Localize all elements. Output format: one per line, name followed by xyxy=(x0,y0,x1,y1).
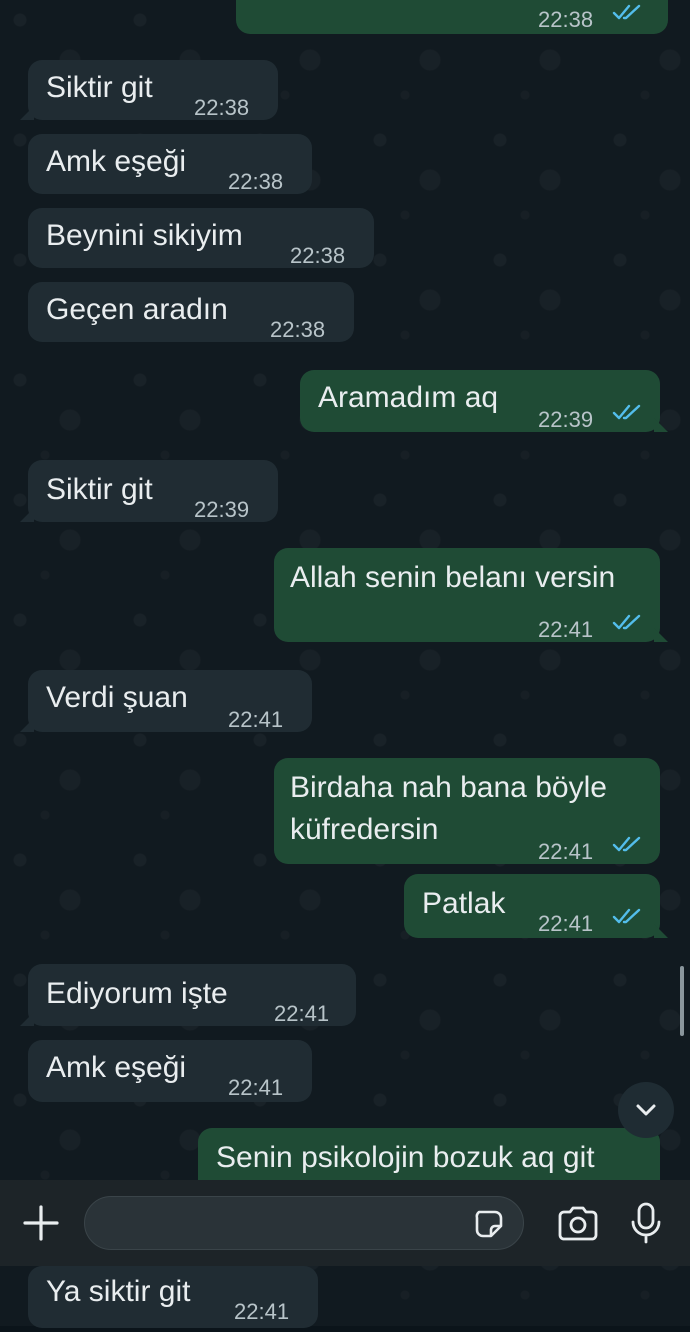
message-text-line-2: küfredersin xyxy=(290,813,439,846)
read-ticks-icon xyxy=(612,908,641,924)
message-text: Siktir git xyxy=(46,473,153,506)
message-time: 22:41 xyxy=(538,839,594,864)
message-time: 22:41 xyxy=(228,707,284,732)
message-time: 22:38 xyxy=(538,7,594,32)
message-text: Allah senin belanı versin xyxy=(290,561,616,594)
message-incoming[interactable]: Siktir git 22:39 xyxy=(20,460,278,522)
plus-icon[interactable] xyxy=(22,1204,60,1242)
message-text: Amk eşeği xyxy=(46,1051,187,1084)
message-time: 22:38 xyxy=(228,169,284,194)
message-time: 22:38 xyxy=(290,243,346,268)
read-ticks-icon xyxy=(612,836,641,852)
message-time: 22:38 xyxy=(194,95,250,120)
message-time: 22:41 xyxy=(274,1001,330,1026)
message-text: Ediyorum işte xyxy=(46,977,228,1010)
message-input[interactable] xyxy=(84,1196,524,1250)
message-time: 22:41 xyxy=(228,1075,284,1100)
chevron-down-icon xyxy=(636,1104,656,1116)
message-incoming[interactable]: Amk eşeği 22:41 xyxy=(28,1040,312,1102)
read-ticks-icon xyxy=(612,614,641,630)
message-incoming[interactable]: Amk eşeği 22:38 xyxy=(28,134,312,194)
message-text: Senin psikolojin bozuk aq git xyxy=(216,1141,595,1174)
message-text: Verdi şuan xyxy=(46,681,188,714)
message-time: 22:39 xyxy=(194,497,250,522)
message-time: 22:41 xyxy=(538,617,594,642)
message-incoming[interactable]: Siktir git 22:38 xyxy=(20,60,278,120)
message-outgoing[interactable]: Birdaha nah bana böyle küfredersin 22:41 xyxy=(274,758,660,864)
message-incoming[interactable]: Ediyorum işte 22:41 xyxy=(20,964,356,1026)
scrollbar[interactable] xyxy=(680,966,684,1036)
read-ticks-icon xyxy=(612,404,641,420)
message-text: Amk eşeği xyxy=(46,145,187,178)
message-text: Geçen aradın xyxy=(46,293,228,326)
message-incoming[interactable]: Geçen aradın 22:38 xyxy=(28,282,354,342)
message-outgoing[interactable]: 22:38 xyxy=(236,0,668,34)
message-text-line-1: Birdaha nah bana böyle xyxy=(290,771,607,804)
sticker-icon[interactable] xyxy=(473,1208,505,1240)
microphone-icon[interactable] xyxy=(630,1202,662,1244)
message-time: 22:41 xyxy=(538,911,594,936)
scroll-to-bottom-button[interactable] xyxy=(618,1082,674,1138)
message-text: Beynini sikiyim xyxy=(46,219,243,252)
message-composer xyxy=(0,1180,690,1266)
message-time: 22:41 xyxy=(234,1299,290,1324)
read-ticks-icon xyxy=(612,4,641,20)
camera-icon[interactable] xyxy=(556,1206,600,1242)
message-outgoing[interactable]: Allah senin belanı versin 22:41 xyxy=(274,548,668,642)
message-outgoing[interactable]: Aramadım aq 22:39 xyxy=(300,370,668,432)
message-text: Aramadım aq xyxy=(318,381,499,414)
message-time: 22:38 xyxy=(270,317,326,342)
message-text: Siktir git xyxy=(46,71,153,104)
message-incoming[interactable]: Verdi şuan 22:41 xyxy=(20,670,312,732)
message-outgoing[interactable]: Patlak 22:41 xyxy=(404,874,668,938)
message-text: Ya siktir git xyxy=(46,1275,191,1308)
message-incoming[interactable]: Beynini sikiyim 22:38 xyxy=(28,208,374,268)
message-incoming[interactable]: Ya siktir git 22:41 xyxy=(28,1266,318,1328)
message-text: Patlak xyxy=(422,887,506,920)
message-time: 22:39 xyxy=(538,407,594,432)
